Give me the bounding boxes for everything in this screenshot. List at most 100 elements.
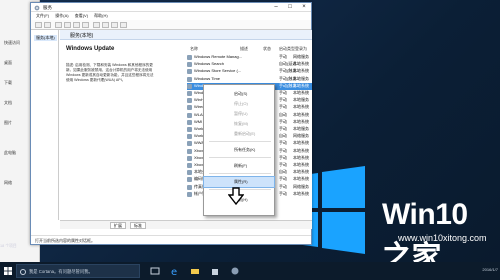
svg-text:e: e (171, 267, 177, 276)
context-menu-item[interactable]: 所有任务(K) (204, 145, 274, 155)
context-menu-item[interactable]: 恢复(M) (204, 119, 274, 129)
back-button[interactable] (35, 22, 42, 28)
service-logon: 本地服务 (293, 75, 309, 81)
service-logon: 网络服务 (293, 54, 309, 59)
service-startup: 自动 (279, 169, 287, 175)
store-icon[interactable] (210, 266, 220, 276)
properties-button[interactable] (64, 22, 71, 28)
service-logon: 网络服务 (293, 183, 309, 189)
services-taskbar-icon[interactable] (230, 266, 240, 276)
restart-button[interactable] (120, 22, 127, 28)
service-logon: 本地系统 (293, 118, 309, 124)
forward-button[interactable] (44, 22, 51, 28)
service-row[interactable]: Windows Store Service (... 手动(触发... 本地系统 (187, 68, 312, 75)
service-row[interactable]: Windows Remote Manag... 手动 网络服务 (187, 54, 312, 61)
service-logon: 本地系统 (293, 162, 309, 167)
console-tree: 服务(本地) (31, 30, 59, 220)
context-menu-item[interactable]: 暂停(U) (204, 109, 274, 119)
down-arrow-icon (228, 187, 244, 205)
close-button[interactable]: × (297, 3, 311, 12)
service-icon (187, 170, 192, 176)
column-logon[interactable]: 登录为 (295, 46, 307, 52)
service-icon (187, 98, 192, 104)
column-startup[interactable]: 启动类型 (279, 46, 295, 52)
context-menu-item[interactable]: 启动(S) (204, 89, 274, 99)
service-icon (187, 134, 192, 140)
context-menu-item[interactable]: 属性(R) (203, 176, 275, 188)
menu-help[interactable]: 帮助(H) (94, 13, 108, 18)
service-logon: 本地系统 (293, 90, 309, 95)
service-icon (187, 141, 192, 147)
service-startup: 手动 (279, 104, 287, 110)
menu-bar: 文件(F) 操作(A) 查看(V) 帮助(H) (31, 12, 311, 20)
service-icon (187, 177, 192, 183)
stop-button[interactable] (102, 22, 109, 28)
search-icon (20, 269, 26, 275)
service-startup: 手动 (279, 97, 287, 103)
show-hide-tree-button[interactable] (55, 22, 62, 28)
edge-icon[interactable]: e (170, 266, 180, 276)
column-status[interactable]: 状态 (263, 46, 271, 52)
context-menu-item[interactable]: 刷新(F) (204, 161, 274, 171)
menu-view[interactable]: 查看(V) (75, 13, 88, 18)
service-icon (187, 62, 192, 68)
explorer-item[interactable]: 图片 (4, 120, 12, 126)
context-menu-item[interactable]: 停止(O) (204, 99, 274, 109)
service-logon: 本地系统 (293, 68, 309, 74)
explorer-item[interactable]: 文档 (4, 100, 12, 106)
service-logon: 本地服务 (293, 97, 309, 103)
column-description[interactable]: 描述 (240, 46, 248, 52)
service-icon (187, 69, 192, 75)
explorer-item[interactable]: 网络 (4, 180, 12, 186)
task-view-icon[interactable] (150, 266, 160, 276)
window-title: 服务 (43, 5, 52, 10)
explorer-item[interactable]: 桌面 (4, 60, 12, 66)
service-icon (187, 127, 192, 132)
explorer-item[interactable]: 此电脑 (4, 150, 16, 156)
service-startup: 手动 (279, 162, 287, 167)
menu-file[interactable]: 文件(F) (36, 13, 49, 18)
status-bar: 打开当前所选内容的属性对话框。 (31, 235, 311, 245)
maximize-button[interactable]: □ (283, 3, 297, 12)
service-icon (187, 184, 192, 190)
context-menu-item[interactable]: 重新启动(E) (204, 129, 274, 139)
service-icon (187, 148, 192, 154)
column-name[interactable]: 名称 (190, 46, 198, 52)
service-logon: 本地系统 (293, 82, 309, 88)
cortana-search-box[interactable]: 我是 Cortana。有问题尽管问我。 (16, 264, 140, 278)
service-logon: 本地服务 (293, 126, 309, 131)
menu-separator (209, 173, 271, 174)
service-icon (187, 91, 192, 96)
minimize-button[interactable]: – (269, 3, 283, 12)
play-button[interactable] (93, 22, 100, 28)
service-startup: 手动 (279, 126, 287, 131)
title-bar[interactable]: 服务 – □ × (31, 3, 311, 12)
help-button[interactable] (82, 22, 89, 28)
folder-icon[interactable] (190, 266, 200, 276)
start-button[interactable] (4, 267, 12, 275)
service-icon (187, 155, 192, 161)
service-logon: 本地系统 (293, 176, 309, 182)
service-startup: 手动 (279, 183, 287, 189)
taskbar: 我是 Cortana。有问题尽管问我。 e 2016/1/7 (0, 262, 500, 280)
service-icon (187, 163, 192, 168)
pause-button[interactable] (111, 22, 118, 28)
explorer-item[interactable]: 下载 (4, 80, 12, 86)
service-logon: 本地系统 (293, 104, 309, 110)
service-startup: 手动 (279, 176, 287, 182)
service-name: Windows Remote Manag... (194, 54, 243, 59)
system-tray-clock[interactable]: 2016/1/7 (482, 267, 498, 272)
service-row[interactable]: Windows Time 手动(触发... 本地服务 (187, 76, 312, 83)
service-startup: 手动 (279, 140, 287, 146)
service-startup: 自动 (279, 133, 287, 139)
refresh-button[interactable] (73, 22, 80, 28)
tab-standard[interactable]: 标准 (130, 222, 146, 229)
menu-action[interactable]: 操作(A) (55, 13, 68, 18)
tab-extended[interactable]: 扩展 (110, 222, 126, 229)
service-startup: 自动 (279, 111, 287, 117)
tree-item-services-local[interactable]: 服务(本地) (34, 35, 57, 41)
service-icon (187, 191, 192, 197)
service-icon (187, 119, 192, 125)
explorer-item[interactable]: 快速访问 (4, 40, 20, 46)
service-row[interactable]: Windows Search 自动(延迟... 本地系统 (187, 61, 312, 68)
